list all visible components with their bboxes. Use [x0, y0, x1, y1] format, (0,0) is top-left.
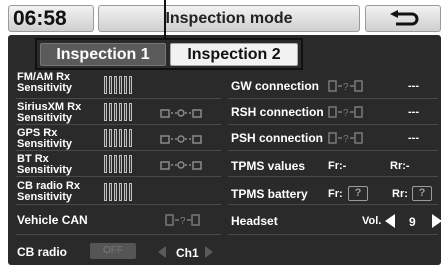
cb-radio-rx-label: CB radio Rx Sensitivity: [17, 180, 80, 203]
tpms-values-rear: Rr:-: [390, 160, 410, 172]
tpms-values-label: TPMS values: [231, 159, 306, 173]
tpms-battery-front: Fr:: [328, 188, 343, 200]
volume-up-icon[interactable]: [430, 213, 444, 229]
link-icon: [160, 135, 202, 144]
divider: [16, 234, 221, 235]
cb-channel: Ch1: [176, 246, 199, 260]
cb-radio-rx-meter: [104, 183, 132, 201]
device-connect-icon: ?: [328, 80, 363, 93]
rsh-connection-label: RSH connection: [231, 105, 324, 119]
battery-unknown-icon: ?: [348, 186, 368, 201]
page-title: Inspection mode: [98, 5, 360, 32]
divider: [16, 124, 221, 125]
siriusxm-rx-label: SiriusXM Rx Sensitivity: [17, 101, 82, 124]
device-connect-icon: ?: [328, 106, 363, 119]
svg-text:?: ?: [343, 134, 349, 145]
divider: [228, 204, 438, 205]
svg-text:?: ?: [343, 82, 349, 93]
bt-rx-meter: [104, 155, 132, 173]
vehicle-can-label: Vehicle CAN: [17, 213, 88, 227]
cb-radio-label: CB radio: [17, 245, 68, 259]
link-icon: [160, 161, 202, 170]
svg-text:?: ?: [180, 216, 186, 227]
clock: 06:58: [8, 5, 94, 32]
gw-connection-label: GW connection: [231, 79, 319, 93]
cb-radio-toggle[interactable]: OFF: [90, 243, 136, 259]
divider: [16, 176, 221, 177]
volume-label: Vol.: [362, 215, 382, 227]
svg-text:?: ?: [343, 108, 349, 119]
callout-box: [35, 38, 303, 70]
siriusxm-rx-meter: [104, 103, 132, 121]
divider: [228, 98, 438, 99]
device-connect-icon: ?: [165, 214, 200, 227]
divider: [228, 150, 438, 151]
headset-label: Headset: [231, 214, 278, 228]
rsh-connection-value: ---: [408, 106, 419, 118]
volume-value: 9: [409, 215, 416, 229]
bt-rx-label: BT Rx Sensitivity: [17, 153, 73, 176]
tpms-battery-rear: Rr:: [392, 188, 408, 200]
divider: [16, 98, 221, 99]
volume-down-icon[interactable]: [383, 213, 397, 229]
return-arrow-icon: [390, 10, 419, 26]
psh-connection-value: ---: [408, 132, 419, 144]
fm-am-rx-meter: [104, 76, 132, 94]
tpms-battery-label: TPMS battery: [231, 187, 308, 201]
divider: [16, 150, 221, 151]
callout-line: [164, 0, 166, 38]
inspection-screen: 06:58 Inspection mode Inspection 1 Inspe…: [0, 0, 447, 270]
gw-connection-value: ---: [408, 80, 419, 92]
divider: [228, 124, 438, 125]
link-icon: [160, 109, 202, 118]
tpms-values-front: Fr:-: [328, 160, 347, 172]
psh-connection-label: PSH connection: [231, 131, 324, 145]
fm-am-rx-label: FM/AM Rx Sensitivity: [17, 71, 73, 94]
divider: [228, 234, 438, 235]
device-connect-icon: ?: [328, 132, 363, 145]
gps-rx-label: GPS Rx Sensitivity: [17, 127, 73, 150]
back-button[interactable]: [365, 5, 441, 32]
divider: [228, 176, 438, 177]
channel-down-icon[interactable]: [156, 245, 168, 259]
gps-rx-meter: [104, 129, 132, 147]
battery-unknown-icon: ?: [412, 186, 432, 201]
channel-up-icon[interactable]: [203, 245, 215, 259]
divider: [16, 204, 221, 205]
